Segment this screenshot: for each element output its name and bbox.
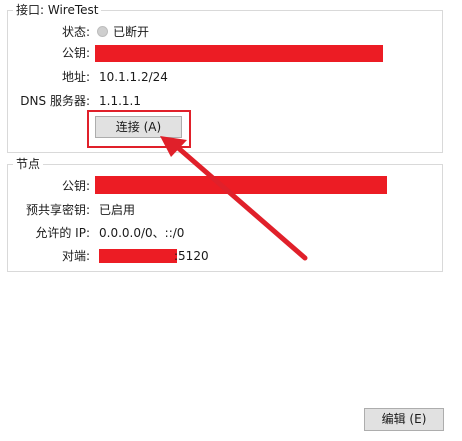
- address-value: 10.1.1.2/24: [99, 70, 168, 84]
- interface-group: 接口: WireTest 状态: 已断开 公钥: 地址: 10.1.1.2/24…: [7, 2, 443, 153]
- peer-public-key-label: 公钥:: [61, 179, 90, 193]
- peer-group: 节点 公钥: 预共享密钥: 已启用 允许的 IP: 0.0.0.0/0、::/0…: [7, 156, 443, 272]
- dns-value: 1.1.1.1: [99, 94, 141, 108]
- preshared-key-value: 已启用: [99, 203, 136, 217]
- status-label: 状态:: [61, 25, 90, 39]
- address-label: 地址:: [61, 70, 90, 84]
- status-value-wrap: 已断开: [97, 24, 149, 40]
- peer-public-key-redaction: [95, 176, 387, 194]
- status-value: 已断开: [113, 25, 150, 39]
- edit-button[interactable]: 编辑 (E): [364, 408, 444, 431]
- preshared-key-label: 预共享密钥:: [25, 203, 90, 217]
- allowed-ips-value: 0.0.0.0/0、::/0: [99, 226, 185, 240]
- endpoint-port-value: :5120: [174, 249, 209, 263]
- endpoint-redaction: [99, 249, 177, 263]
- endpoint-label: 对端:: [61, 249, 90, 263]
- disconnected-status-icon: [97, 26, 108, 37]
- peer-group-title: 节点: [13, 156, 44, 172]
- dns-label: DNS 服务器:: [20, 94, 90, 108]
- interface-group-title: 接口: WireTest: [13, 2, 102, 18]
- interface-public-key-label: 公钥:: [61, 46, 90, 60]
- connect-button[interactable]: 连接 (A): [95, 116, 182, 138]
- interface-public-key-redaction: [95, 45, 383, 62]
- allowed-ips-label: 允许的 IP:: [35, 226, 90, 240]
